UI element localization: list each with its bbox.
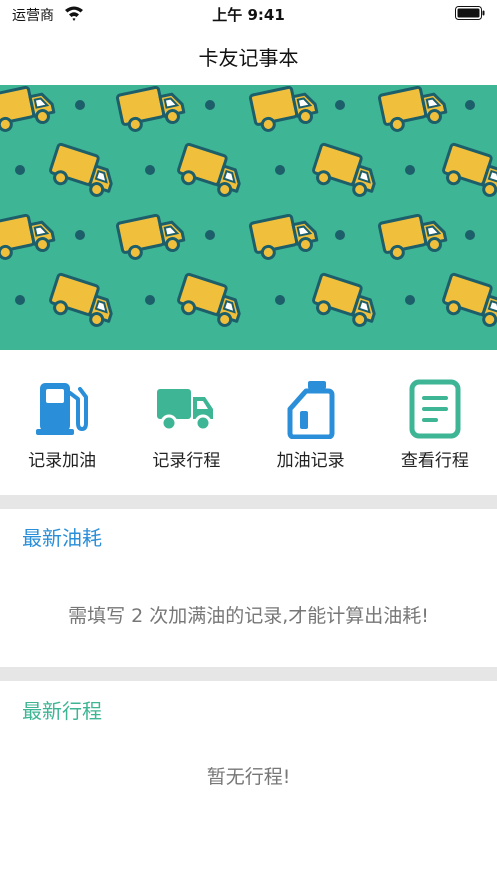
page-title: 卡友记事本 [198, 46, 299, 70]
banner-image [0, 85, 497, 350]
status-bar: 运营商 上午 9:41 [0, 0, 497, 28]
section-divider [0, 667, 497, 681]
status-time: 上午 9:41 [212, 6, 285, 24]
record-refuel-label: 记录加油 [28, 451, 97, 471]
record-refuel-button[interactable]: 记录加油 [0, 350, 124, 495]
view-trips-button[interactable]: 查看行程 [373, 350, 497, 495]
quick-actions: 记录加油 记录行程 加油记录 查看行程 [0, 350, 497, 495]
truck-icon [157, 389, 214, 432]
truck-pattern [0, 85, 497, 331]
fuel-pump-icon [36, 383, 89, 435]
trip-empty-message: 暂无行程! [206, 766, 291, 788]
fuel-empty-message: 需填写 2 次加满油的记录,才能计算出油耗! [68, 605, 429, 627]
fuel-section-title: 最新油耗 [22, 526, 102, 550]
refuel-history-button[interactable]: 加油记录 [249, 350, 373, 495]
view-trips-label: 查看行程 [400, 451, 469, 471]
section-divider [0, 495, 497, 509]
battery-icon [455, 6, 485, 20]
refuel-history-label: 加油记录 [276, 451, 345, 471]
record-trip-button[interactable]: 记录行程 [124, 350, 248, 495]
document-icon [409, 379, 461, 439]
trip-section-title: 最新行程 [22, 699, 102, 723]
record-trip-label: 记录行程 [152, 451, 221, 471]
oil-can-icon [287, 381, 335, 439]
